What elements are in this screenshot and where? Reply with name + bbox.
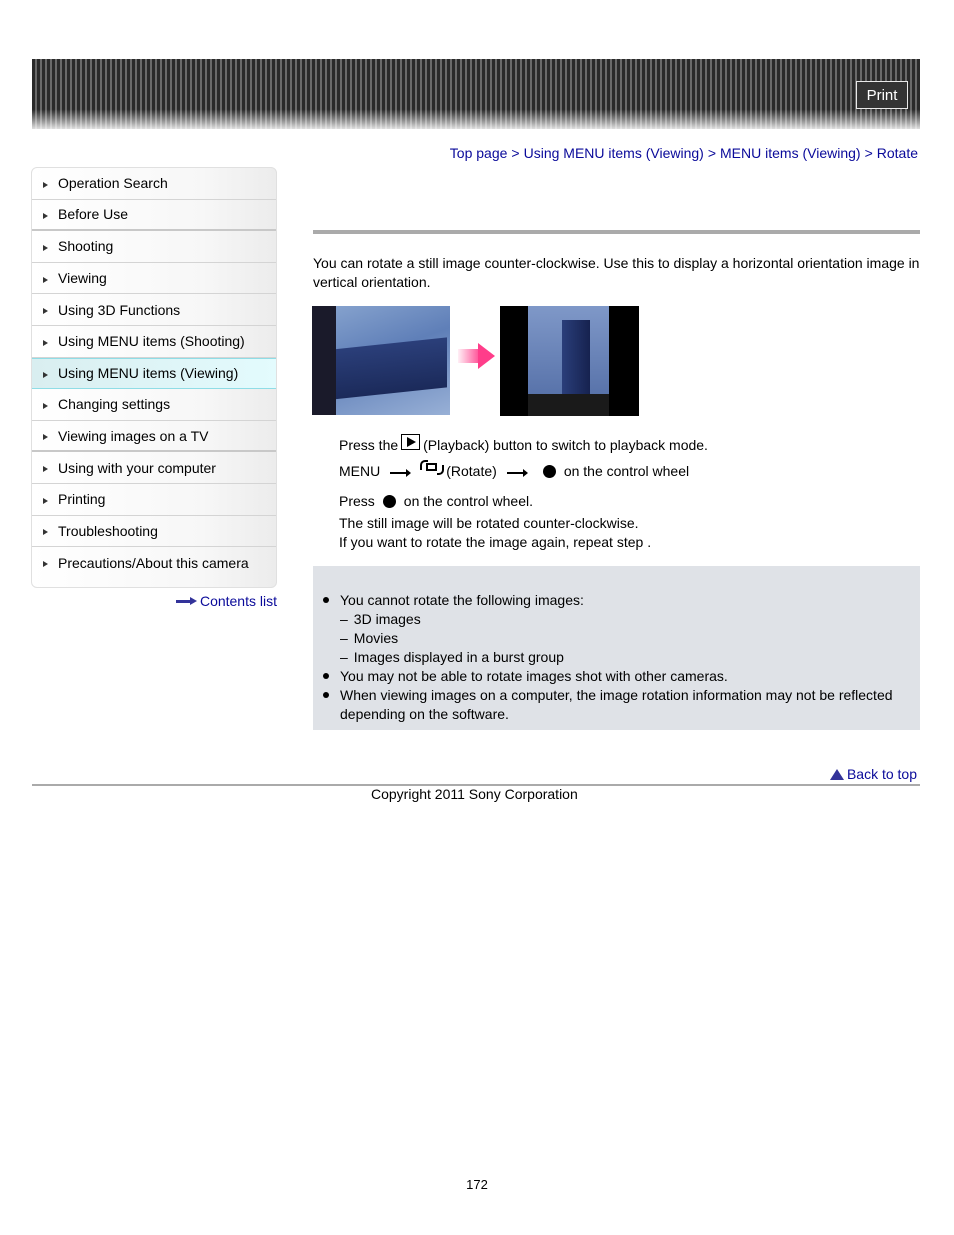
breadcrumb-using-menu-items-viewing[interactable]: Using MENU items (Viewing) (524, 145, 704, 161)
triangle-right-icon (43, 497, 48, 504)
sidebar-item-before-use[interactable]: Before Use (32, 200, 276, 232)
arrow-right-icon (506, 468, 528, 477)
contents-list-link[interactable]: Contents list (175, 593, 277, 609)
sidebar-item-printing[interactable]: Printing (32, 484, 276, 516)
note-item: When viewing images on a computer, the i… (322, 686, 910, 724)
sidebar-item-label: Using with your computer (58, 459, 216, 476)
breadcrumb-top-page[interactable]: Top page (450, 145, 508, 161)
sidebar-item-label: Using 3D Functions (58, 301, 181, 318)
arrow-right-icon (390, 468, 412, 477)
note-item: You cannot rotate the following images: (322, 591, 910, 610)
control-wheel-center-icon (382, 495, 396, 508)
playback-icon (401, 433, 421, 450)
contents-list-label: Contents list (199, 593, 277, 609)
back-to-top-label: Back to top (846, 766, 917, 782)
breadcrumb-separator: > (511, 145, 520, 161)
building-shape (322, 337, 447, 401)
step-text: on the control wheel (563, 463, 690, 479)
pink-arrow-shaft (458, 349, 480, 363)
triangle-right-icon (43, 434, 48, 441)
triangle-right-icon (43, 402, 48, 409)
horizontal-image-before (312, 306, 450, 415)
triangle-right-icon (43, 466, 48, 473)
sidebar-item-label: Using MENU items (Shooting) (58, 333, 245, 350)
tower-shape (312, 306, 336, 415)
sidebar-item-label: Before Use (58, 206, 129, 223)
step-text: Press the (339, 437, 399, 453)
triangle-right-icon (43, 561, 48, 568)
header-banner (32, 59, 920, 129)
step-1: Press the (Playback) button to switch to… (339, 433, 708, 455)
note-subitem: – Movies (322, 629, 910, 648)
note-item: You may not be able to rotate images sho… (322, 667, 910, 686)
page-number: 172 (466, 1177, 488, 1192)
step-2: MENU (Rotate) on the control wheel (339, 459, 690, 481)
triangle-right-icon (43, 276, 48, 283)
triangle-right-icon (43, 181, 48, 188)
copyright: Copyright 2011 Sony Corporation (371, 786, 578, 802)
intro-text: You can rotate a still image counter-clo… (313, 255, 920, 290)
sidebar-item-label: Troubleshooting (58, 522, 158, 539)
pink-arrow-icon (478, 343, 495, 369)
sidebar-item-using-menu-items-viewing[interactable]: Using MENU items (Viewing) (32, 357, 276, 390)
step-text: (Playback) button to switch to playback … (423, 437, 708, 453)
triangle-right-icon (43, 244, 48, 251)
sidebar-item-changing-settings[interactable]: Changing settings (32, 389, 276, 421)
breadcrumb-rotate[interactable]: Rotate (877, 145, 918, 161)
step-text: on the control wheel. (403, 493, 533, 509)
step-3: Press on the control wheel. (339, 492, 533, 511)
sidebar-item-label: Shooting (58, 238, 114, 255)
sidebar-item-label: Using MENU items (Viewing) (58, 365, 239, 382)
step-3-note-1: The still image will be rotated counter-… (339, 515, 639, 531)
triangle-right-icon (43, 308, 48, 315)
triangle-right-icon (43, 212, 48, 219)
breadcrumb-separator: > (707, 145, 717, 161)
triangle-right-icon (43, 339, 48, 346)
step-text: (Rotate) (446, 463, 497, 479)
back-to-top-link[interactable]: Back to top (829, 766, 917, 782)
dash: – (340, 649, 348, 665)
step-text: MENU (339, 463, 381, 479)
sidebar-item-troubleshooting[interactable]: Troubleshooting (32, 516, 276, 548)
ground-shape (528, 394, 609, 416)
sidebar-item-using-with-computer[interactable]: Using with your computer (32, 452, 276, 484)
rotated-image-after (500, 306, 639, 416)
note-subitem-text: 3D images (353, 611, 421, 627)
sidebar-item-label: Precautions/About this camera (58, 554, 249, 571)
notes-list: You cannot rotate the following images: … (322, 591, 910, 724)
step-3-note-2: If you want to rotate the image again, r… (339, 534, 652, 550)
sidebar-item-using-menu-items-shooting[interactable]: Using MENU items (Shooting) (32, 326, 276, 358)
sidebar-item-shooting[interactable]: Shooting (32, 231, 276, 263)
sidebar-item-label: Viewing images on a TV (58, 427, 209, 444)
breadcrumb: Top page > Using MENU items (Viewing) > MENU… (450, 145, 918, 161)
note-subitem: – Images displayed in a burst group (322, 648, 910, 667)
control-wheel-center-icon (542, 465, 556, 478)
arrow-right-icon (175, 597, 198, 605)
triangle-right-icon (43, 371, 48, 378)
title-divider (313, 230, 920, 234)
sidebar-item-viewing[interactable]: Viewing (32, 263, 276, 295)
triangle-up-icon (829, 768, 844, 780)
breadcrumb-menu-items-viewing[interactable]: MENU items (Viewing) (720, 145, 861, 161)
step-text: Press (339, 493, 375, 509)
sidebar-nav: Operation Search Before Use Shooting Vie… (31, 167, 277, 588)
sidebar-item-operation-search[interactable]: Operation Search (32, 168, 276, 200)
print-button[interactable]: Print (856, 81, 908, 109)
sidebar-item-label: Changing settings (58, 396, 171, 413)
sidebar-item-precautions[interactable]: Precautions/About this camera (32, 547, 276, 579)
note-subitem-text: Movies (353, 630, 399, 646)
breadcrumb-separator: > (864, 145, 873, 161)
dash: – (340, 630, 348, 646)
sidebar-item-label: Viewing (58, 270, 107, 287)
rotate-icon (420, 459, 445, 475)
sidebar-item-label: Printing (58, 491, 106, 508)
sidebar-item-using-3d-functions[interactable]: Using 3D Functions (32, 294, 276, 326)
dash: – (340, 611, 348, 627)
note-subitem-text: Images displayed in a burst group (353, 649, 564, 665)
triangle-right-icon (43, 529, 48, 536)
sidebar-item-viewing-images-on-tv[interactable]: Viewing images on a TV (32, 421, 276, 453)
note-subitem: –3D images (322, 610, 910, 629)
sidebar-item-label: Operation Search (58, 175, 168, 192)
